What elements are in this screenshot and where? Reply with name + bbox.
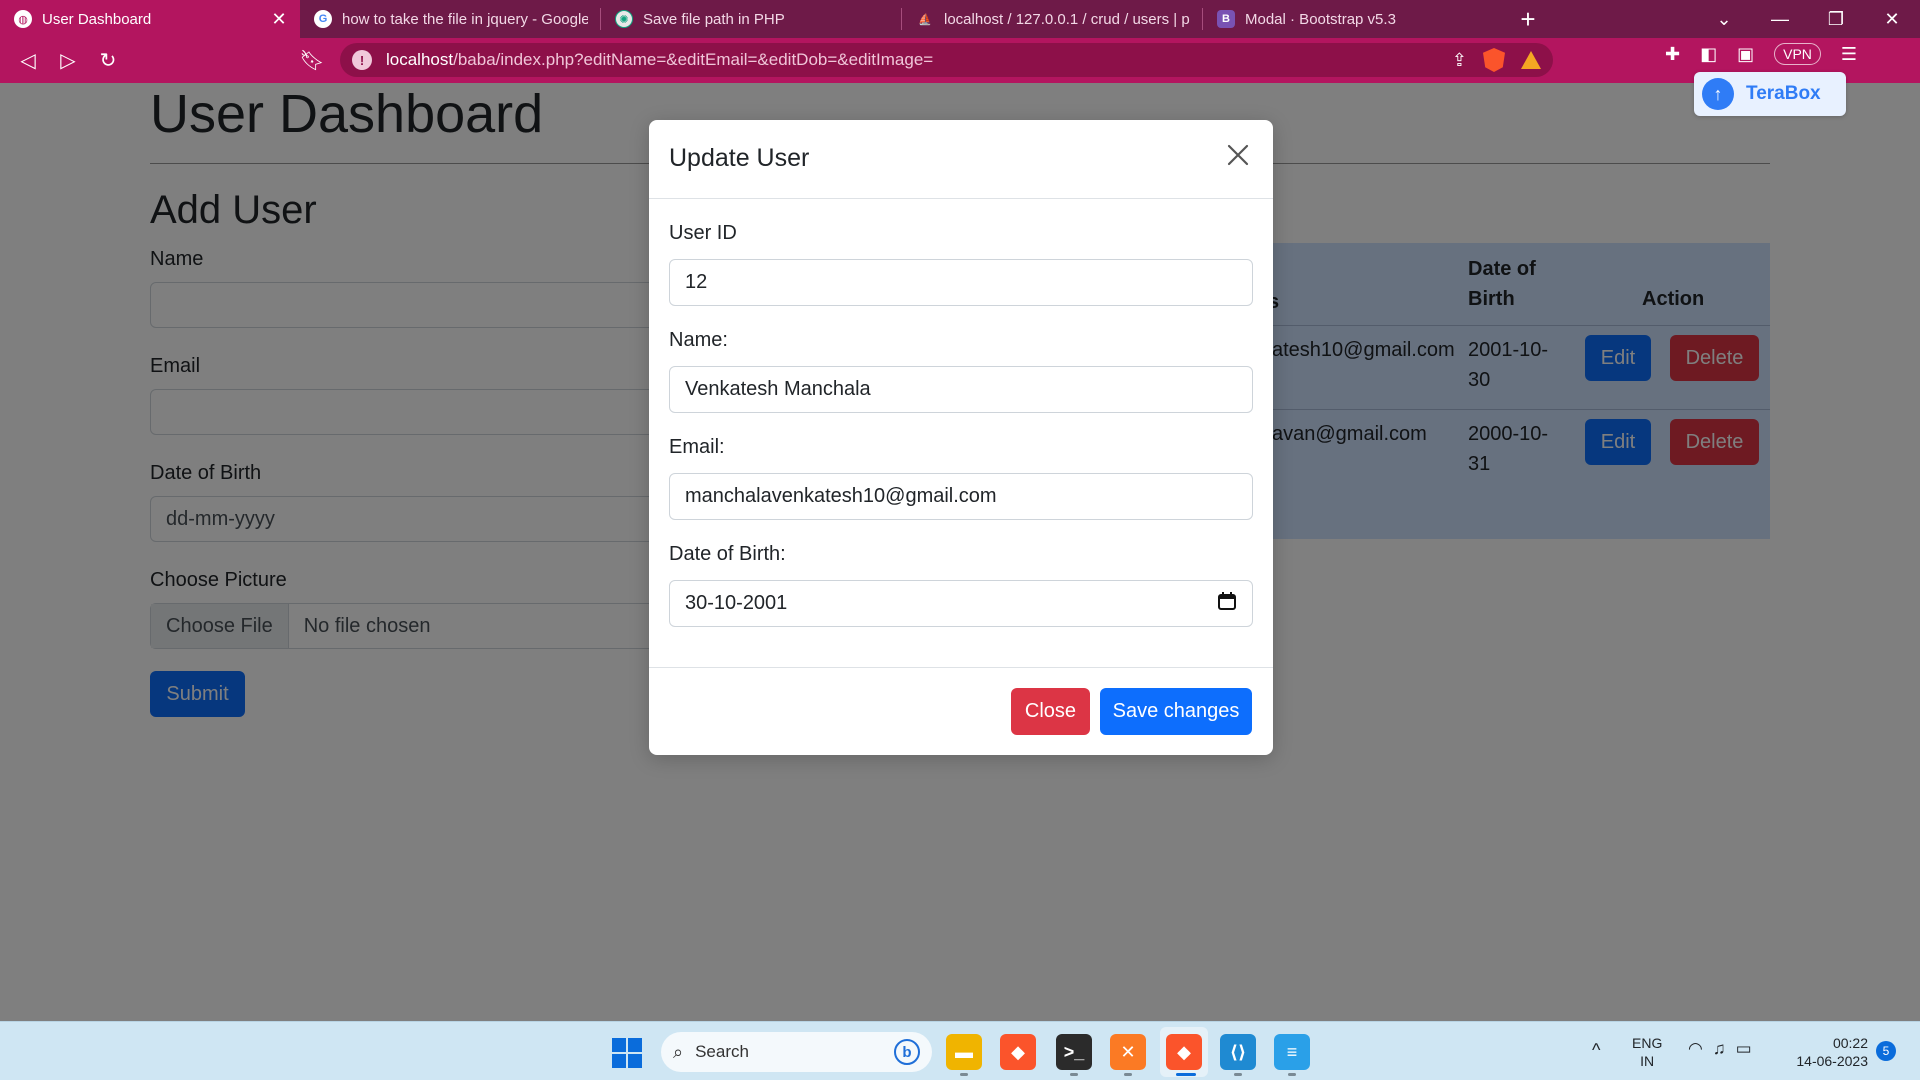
reload-icon[interactable]: ↻ bbox=[88, 41, 128, 81]
tab-strip: ◍ User Dashboard ✕ G how to take the fil… bbox=[0, 0, 1920, 38]
google-icon: G bbox=[314, 10, 332, 28]
globe-icon: ◍ bbox=[14, 10, 32, 28]
clock-date: 14-06-2023 bbox=[1796, 1053, 1868, 1069]
volume-icon[interactable]: ♫ bbox=[1713, 1039, 1726, 1059]
phpmyadmin-icon: ⛵ bbox=[918, 13, 932, 26]
wifi-icon[interactable]: ◠ bbox=[1688, 1039, 1703, 1059]
user-id-field[interactable]: 12 bbox=[669, 259, 1253, 306]
email-field[interactable]: manchalavenkatesh10@gmail.com bbox=[669, 473, 1253, 520]
name-value: Venkatesh Manchala bbox=[685, 378, 871, 400]
notification-badge[interactable]: 5 bbox=[1876, 1041, 1896, 1061]
minimize-icon[interactable]: — bbox=[1752, 0, 1808, 38]
bootstrap-icon: B bbox=[1217, 10, 1235, 28]
email-value: manchalavenkatesh10@gmail.com bbox=[685, 485, 997, 507]
tab-user-dashboard[interactable]: ◍ User Dashboard ✕ bbox=[0, 0, 300, 38]
save-changes-button[interactable]: Save changes bbox=[1100, 688, 1252, 735]
address-bar[interactable]: ! localhost/baba/index.php?editName=&edi… bbox=[340, 43, 1553, 77]
terabox-label: TeraBox bbox=[1746, 83, 1821, 104]
site-info-icon[interactable]: ! bbox=[352, 50, 372, 70]
close-button[interactable]: Close bbox=[1011, 688, 1090, 735]
brave-browser-icon[interactable]: ◆ bbox=[1000, 1034, 1036, 1070]
name-label: Name: bbox=[669, 329, 728, 351]
tab-phpmyadmin[interactable]: ⛵ localhost / 127.0.0.1 / crud / users |… bbox=[902, 0, 1202, 38]
tab-title: how to take the file in jquery - Google bbox=[342, 10, 588, 28]
tab-title: Modal · Bootstrap v5.3 bbox=[1245, 10, 1396, 28]
start-icon[interactable] bbox=[612, 1038, 642, 1068]
language-indicator[interactable]: ENG IN bbox=[1632, 1034, 1662, 1070]
vscode-icon[interactable]: ⟨⟩ bbox=[1220, 1034, 1256, 1070]
brave-browser-active-icon[interactable]: ◆ bbox=[1166, 1034, 1202, 1070]
tab-bootstrap-modal[interactable]: B Modal · Bootstrap v5.3 bbox=[1203, 0, 1503, 38]
tab-title: User Dashboard bbox=[42, 10, 152, 28]
vpn-button[interactable]: VPN bbox=[1774, 43, 1821, 65]
user-id-value: 12 bbox=[685, 271, 708, 293]
terabox-widget[interactable]: ↑ TeraBox bbox=[1694, 72, 1846, 116]
windows-taskbar: ⌕ Search b ▬ ◆ >_ ✕ ◆ ⟨⟩ ≡ ^ ENG IN ◠ ♫ … bbox=[0, 1021, 1920, 1080]
share-icon[interactable]: ⇪ bbox=[1452, 50, 1467, 71]
dob-value: 30-10-2001 bbox=[685, 592, 788, 614]
chatgpt-icon: ✺ bbox=[615, 10, 633, 28]
browser-toolbar: ◁ ▷ ↻ 🔖︎ ! localhost/baba/index.php?edit… bbox=[0, 38, 1920, 83]
back-icon[interactable]: ◁ bbox=[8, 41, 48, 81]
sidebar-icon[interactable]: ◧ bbox=[1700, 44, 1717, 65]
taskbar-search[interactable]: ⌕ Search b bbox=[661, 1032, 932, 1072]
restore-icon[interactable]: ❐ bbox=[1808, 0, 1864, 38]
xampp-icon[interactable]: ✕ bbox=[1110, 1034, 1146, 1070]
chevron-up-icon[interactable]: ^ bbox=[1592, 1040, 1600, 1061]
search-placeholder: Search bbox=[695, 1042, 749, 1061]
notepad-icon[interactable]: ≡ bbox=[1274, 1034, 1310, 1070]
update-user-modal: Update User User ID 12 Name: Venkatesh M… bbox=[649, 120, 1273, 755]
name-field[interactable]: Venkatesh Manchala bbox=[669, 366, 1253, 413]
terminal-icon[interactable]: >_ bbox=[1056, 1034, 1092, 1070]
email-label: Email: bbox=[669, 436, 725, 458]
file-explorer-icon[interactable]: ▬ bbox=[946, 1034, 982, 1070]
battery-icon[interactable]: ▭ bbox=[1736, 1039, 1752, 1059]
dob-field[interactable]: 30-10-2001 bbox=[669, 580, 1253, 627]
bookmark-icon[interactable]: 🔖︎ bbox=[292, 40, 332, 80]
modal-footer: Close Save changes bbox=[649, 667, 1273, 755]
wallet-icon[interactable]: ▣ bbox=[1737, 44, 1754, 65]
menu-icon[interactable]: ☰ bbox=[1841, 44, 1857, 65]
bing-icon[interactable]: b bbox=[894, 1039, 920, 1065]
forward-icon[interactable]: ▷ bbox=[48, 41, 88, 81]
close-icon[interactable] bbox=[1221, 138, 1255, 172]
modal-title: Update User bbox=[669, 144, 810, 172]
url-host: localhost bbox=[386, 50, 454, 69]
language-region: IN bbox=[1640, 1053, 1655, 1069]
clock[interactable]: 00:22 14-06-2023 bbox=[1784, 1034, 1868, 1070]
close-tab-icon[interactable]: ✕ bbox=[270, 9, 288, 30]
calendar-icon[interactable] bbox=[1217, 591, 1237, 617]
extensions-icon[interactable]: ✚ bbox=[1665, 44, 1680, 65]
brave-rewards-icon[interactable] bbox=[1521, 51, 1541, 69]
modal-header: Update User bbox=[649, 120, 1273, 199]
tab-title: Save file path in PHP bbox=[643, 10, 785, 28]
new-tab-button[interactable]: + bbox=[1503, 0, 1553, 38]
tab-google-search[interactable]: G how to take the file in jquery - Googl… bbox=[300, 0, 600, 38]
brave-shields-icon[interactable] bbox=[1483, 48, 1505, 72]
clock-time: 00:22 bbox=[1832, 1035, 1868, 1051]
close-window-icon[interactable]: ✕ bbox=[1864, 0, 1920, 38]
search-icon: ⌕ bbox=[673, 1041, 684, 1062]
dob-label: Date of Birth: bbox=[669, 543, 786, 565]
language-code: ENG bbox=[1632, 1035, 1663, 1051]
url-path: /baba/index.php?editName=&editEmail=&edi… bbox=[453, 50, 934, 69]
cloud-upload-icon: ↑ bbox=[1702, 78, 1734, 110]
tab-title: localhost / 127.0.0.1 / crud / users | p… bbox=[944, 10, 1190, 28]
tab-search-chevron-icon[interactable]: ⌄ bbox=[1696, 0, 1752, 38]
tab-chatgpt[interactable]: ✺ Save file path in PHP bbox=[601, 0, 901, 38]
user-id-label: User ID bbox=[669, 222, 737, 244]
